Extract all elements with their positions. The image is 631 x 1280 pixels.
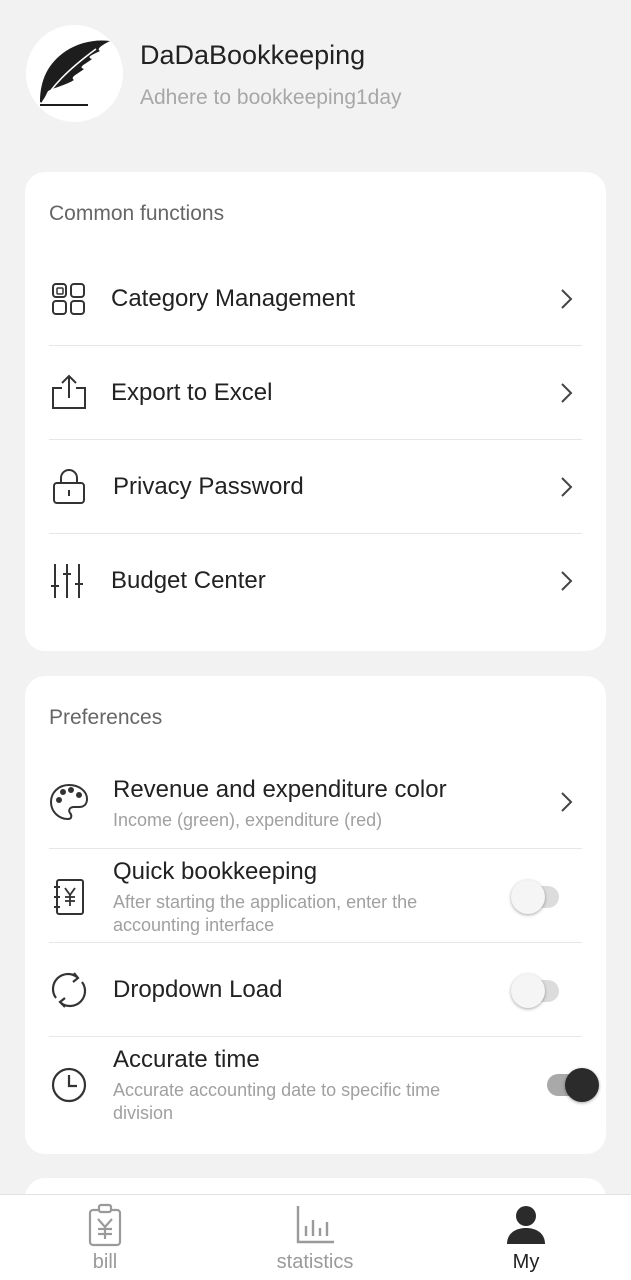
notebook-yen-icon — [49, 877, 89, 917]
grid-icon — [49, 279, 89, 319]
row-privacy-password[interactable]: Privacy Password — [49, 440, 582, 534]
bar-chart-icon — [293, 1203, 337, 1247]
row-subtitle: Income (green), expenditure (red) — [113, 810, 383, 830]
export-icon — [49, 372, 89, 412]
row-label: Category Management — [111, 285, 356, 312]
row-label: Quick bookkeeping — [113, 858, 318, 885]
tab-my[interactable]: My — [421, 1195, 631, 1280]
common-functions-card: Common functions Category Management Exp… — [25, 172, 606, 651]
bottom-tab-bar: bill statistics My — [0, 1194, 631, 1280]
row-dropdown-load: Dropdown Load — [49, 943, 582, 1037]
clipboard-yen-icon — [83, 1203, 127, 1247]
toggle-knob — [511, 974, 545, 1008]
row-subtitle: After starting the application, enter th… — [113, 892, 418, 935]
feather-quill-icon — [40, 40, 110, 106]
clock-icon — [49, 1065, 89, 1105]
app-name: DaDaBookkeeping — [140, 40, 366, 70]
chevron-right-icon — [556, 569, 576, 593]
chevron-right-icon — [556, 790, 576, 814]
row-accurate-time: Accurate time Accurate accounting date t… — [49, 1037, 599, 1131]
tab-label: My — [512, 1251, 540, 1273]
preferences-card: Preferences Revenue and expenditure colo… — [25, 676, 606, 1154]
section-title: Common functions — [49, 202, 225, 225]
row-label: Export to Excel — [111, 379, 273, 406]
profile-header: DaDaBookkeeping Adhere to bookkeeping1da… — [0, 0, 631, 150]
quick-bookkeeping-toggle[interactable] — [511, 878, 567, 914]
toggle-knob — [511, 880, 545, 914]
section-title: Preferences — [49, 706, 163, 729]
tab-label: bill — [92, 1251, 118, 1273]
palette-icon — [49, 782, 89, 822]
chevron-right-icon — [556, 475, 576, 499]
row-label: Accurate time — [113, 1046, 260, 1073]
app-slogan: Adhere to bookkeeping1day — [140, 86, 402, 109]
accurate-time-toggle[interactable] — [545, 1066, 599, 1102]
row-category-management[interactable]: Category Management — [49, 252, 582, 346]
chevron-right-icon — [556, 381, 576, 405]
tab-label: statistics — [276, 1251, 354, 1273]
toggle-knob — [565, 1068, 599, 1102]
dropdown-load-toggle[interactable] — [511, 972, 567, 1008]
row-revenue-expenditure-color[interactable]: Revenue and expenditure color Income (gr… — [49, 756, 582, 849]
sliders-icon — [49, 561, 89, 601]
row-export-excel[interactable]: Export to Excel — [49, 346, 582, 440]
refresh-icon — [49, 970, 89, 1010]
row-label: Privacy Password — [113, 473, 304, 500]
tab-bill[interactable]: bill — [0, 1195, 210, 1280]
lock-icon — [49, 467, 89, 507]
row-label: Dropdown Load — [113, 976, 283, 1003]
row-label: Budget Center — [111, 567, 266, 594]
chevron-right-icon — [556, 287, 576, 311]
row-subtitle: Accurate accounting date to specific tim… — [113, 1080, 441, 1123]
row-label: Revenue and expenditure color — [113, 776, 447, 803]
row-budget-center[interactable]: Budget Center — [49, 534, 582, 628]
tab-statistics[interactable]: statistics — [210, 1195, 420, 1280]
person-icon — [504, 1203, 548, 1247]
row-quick-bookkeeping: Quick bookkeeping After starting the app… — [49, 849, 582, 943]
avatar[interactable] — [26, 25, 123, 122]
